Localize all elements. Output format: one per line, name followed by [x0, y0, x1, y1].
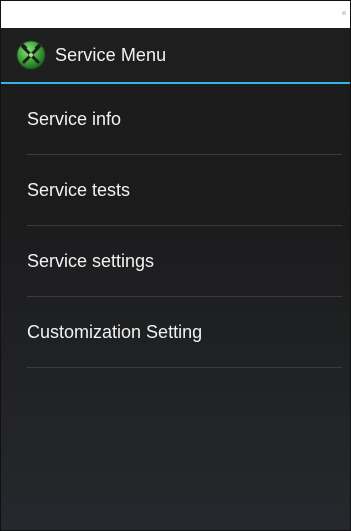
service-menu-list: Service info Service tests Service setti…: [1, 84, 350, 368]
menu-item-customization-setting[interactable]: Customization Setting: [1, 297, 350, 368]
action-bar: Service Menu: [1, 28, 350, 84]
menu-item-service-info[interactable]: Service info: [1, 84, 350, 155]
device-frame: Service Menu Service info Service tests …: [0, 0, 351, 531]
menu-item-label: Service info: [27, 109, 122, 129]
crossed-tools-app-icon[interactable]: [15, 39, 47, 71]
status-indicator-icon: [342, 11, 346, 15]
menu-item-label: Customization Setting: [27, 322, 203, 342]
menu-item-service-settings[interactable]: Service settings: [1, 226, 350, 297]
menu-item-label: Service tests: [27, 180, 131, 200]
action-bar-title: Service Menu: [55, 44, 167, 65]
app-screen: Service Menu Service info Service tests …: [1, 28, 350, 530]
status-bar: [1, 1, 350, 28]
menu-item-service-tests[interactable]: Service tests: [1, 155, 350, 226]
menu-item-label: Service settings: [27, 251, 155, 271]
